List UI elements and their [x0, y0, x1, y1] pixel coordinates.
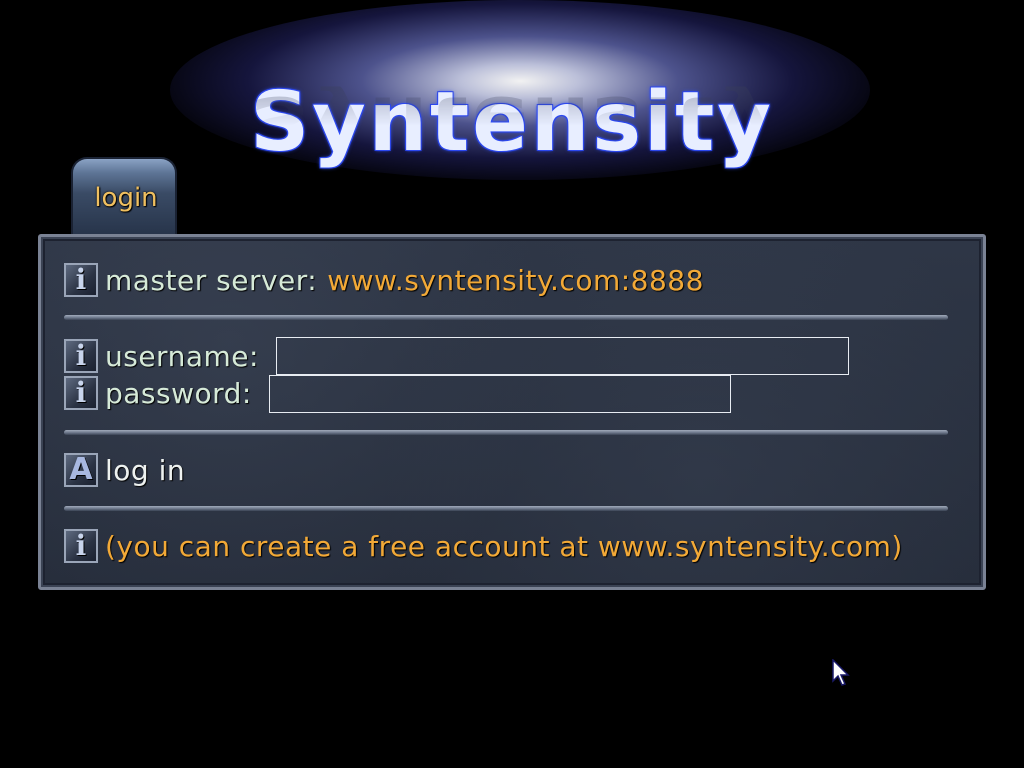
separator: [64, 506, 948, 511]
free-account-note: (you can create a free account at www.sy…: [105, 529, 903, 563]
mouse-cursor-icon: [832, 659, 850, 686]
log-in-button[interactable]: A log in: [64, 452, 185, 488]
username-label: username:: [105, 339, 259, 373]
master-server-value[interactable]: www.syntensity.com:8888: [327, 264, 704, 297]
separator: [64, 430, 948, 435]
info-icon[interactable]: i: [64, 263, 98, 297]
tab-login[interactable]: login: [71, 157, 177, 235]
password-row: i password:: [64, 375, 252, 411]
username-row: i username:: [64, 338, 259, 374]
free-account-note-row: i (you can create a free account at www.…: [64, 528, 903, 564]
info-icon[interactable]: i: [64, 529, 98, 563]
action-icon: A: [64, 453, 98, 487]
password-field[interactable]: [269, 375, 731, 413]
tab-login-label: login: [94, 183, 158, 213]
master-server-label: master server:: [105, 263, 318, 297]
login-screen: Syntensity Syntensity login i master ser…: [0, 0, 1024, 768]
separator: [64, 315, 948, 320]
syntensity-logo-reflection: Syntensity: [250, 81, 774, 158]
password-label: password:: [105, 376, 252, 410]
username-field[interactable]: [276, 337, 849, 375]
log-in-label: log in: [105, 453, 186, 487]
info-icon[interactable]: i: [64, 376, 98, 410]
info-icon[interactable]: i: [64, 339, 98, 373]
master-server-row: i master server: www.syntensity.com:8888: [64, 262, 704, 298]
